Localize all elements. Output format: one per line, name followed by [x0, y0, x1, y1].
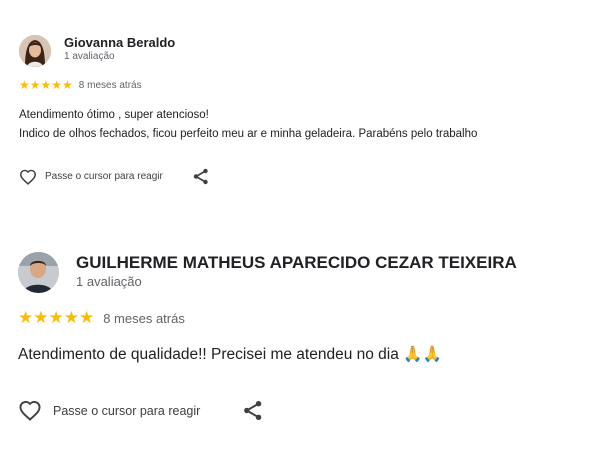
review-actions: Passe o cursor para reagir — [18, 400, 263, 421]
review-text: Atendimento ótimo , super atencioso! Ind… — [19, 106, 477, 144]
avatar-photo — [19, 35, 51, 67]
share-button[interactable] — [243, 400, 263, 421]
share-icon — [193, 168, 208, 185]
avatar[interactable] — [18, 252, 59, 293]
review-text-line: Atendimento ótimo , super atencioso! — [19, 109, 209, 121]
react-label: Passe o cursor para reagir — [45, 171, 163, 182]
rating-row: ★★★★★ 8 meses atrás — [19, 78, 142, 92]
heart-outline-icon — [19, 400, 41, 421]
author-review-count: 1 avaliação — [76, 274, 142, 289]
author-name[interactable]: GUILHERME MATHEUS APARECIDO CEZAR TEIXEI… — [76, 253, 517, 273]
share-button[interactable] — [193, 168, 209, 185]
react-button[interactable]: Passe o cursor para reagir — [19, 169, 163, 185]
author-review-count: 1 avaliação — [64, 51, 115, 62]
rating-row: ★★★★★ 8 meses atrás — [18, 308, 185, 328]
share-icon — [244, 400, 262, 421]
heart-outline-icon — [19, 169, 37, 185]
star-rating-icon: ★★★★★ — [18, 308, 95, 327]
react-label: Passe o cursor para reagir — [53, 403, 201, 418]
reviews-page: Giovanna Beraldo 1 avaliação ★★★★★ 8 mes… — [0, 0, 600, 450]
review-date: 8 meses atrás — [103, 310, 185, 326]
author-name[interactable]: Giovanna Beraldo — [64, 35, 175, 50]
review-actions: Passe o cursor para reagir — [19, 168, 209, 185]
review-text: Atendimento de qualidade!! Precisei me a… — [18, 346, 442, 363]
avatar-photo — [18, 252, 59, 293]
react-button[interactable]: Passe o cursor para reagir — [18, 400, 200, 421]
star-rating-icon: ★★★★★ — [19, 78, 73, 92]
review-date: 8 meses atrás — [78, 79, 142, 91]
review-text-line: Indico de olhos fechados, ficou perfeito… — [19, 128, 478, 140]
avatar[interactable] — [19, 35, 51, 67]
